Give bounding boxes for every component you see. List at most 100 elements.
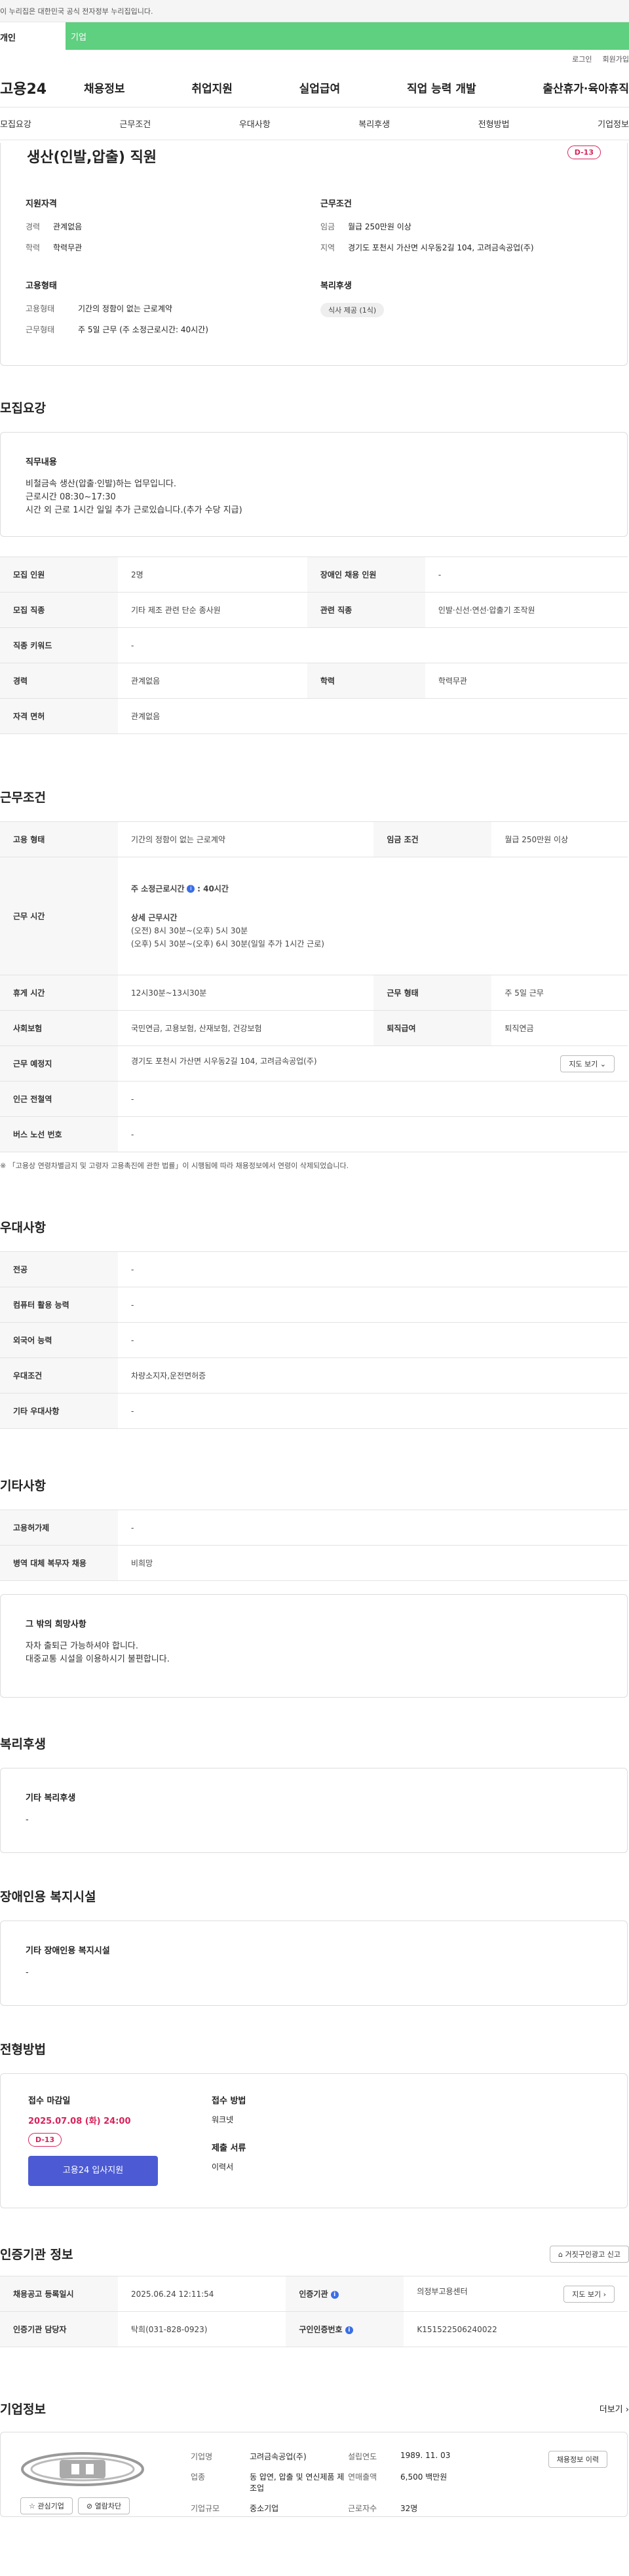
cell-value: 경기도 포천시 가산면 시우동2길 104, 고려금속공업(주) 지도 보기 ⌄	[118, 1045, 628, 1082]
table-row: 인근 전철역 -	[0, 1081, 628, 1117]
cell-label: 장애인 채용 인원	[307, 556, 425, 593]
report-button-label: 거짓구인광고 신고	[565, 2250, 620, 2259]
disability-sub-title: 기타 장애인용 복지시설	[26, 1946, 110, 1956]
cell-value: 국민연금, 고용보험, 산재보험, 건강보험	[118, 1010, 374, 1046]
favorite-company-button[interactable]: ☆ 관심기업	[20, 2497, 73, 2514]
hiring-history-button[interactable]: 채용정보 이력	[548, 2451, 607, 2468]
tab-recruit[interactable]: 모집요강	[0, 117, 31, 130]
chevron-down-icon: ⌄	[600, 1059, 606, 1068]
wage-value: 월급 250만원 이상	[348, 222, 411, 231]
method-value: 워크넷	[212, 2115, 234, 2124]
report-fake-ad-button[interactable]: ⌂ 거짓구인광고 신고	[550, 2245, 629, 2263]
cell-label: 인증기관 담당자	[0, 2311, 118, 2347]
table-row: 모집 직종 기타 제조 관련 단순 종사원 관련 직종 인발·신선·연선·압출기 조작…	[0, 592, 628, 628]
company-box: ☆ 관심기업 ⊘ 열람차단 기업명 고려금속공업(주) 설립연도 1989. 1…	[0, 2432, 628, 2517]
pref-table: 전공 - 컴퓨터 활용 능력 - 외국어 능력 - 우대조건 차량소지자,운전면허증 기…	[0, 1251, 628, 1429]
block-label: 열람차단	[94, 2502, 122, 2510]
map-button-label: 지도 보기	[569, 1059, 598, 1068]
cell-value: 탁희(031-828-0923)	[118, 2311, 286, 2347]
tab-process[interactable]: 전형방법	[478, 117, 510, 130]
agency-detail-label: 지도 보기	[572, 2290, 601, 2299]
cell-label: 기타 우대사항	[0, 1393, 118, 1429]
company-more-link[interactable]: 더보기 ›	[600, 2402, 629, 2415]
cert-number-label: 구인인증번호	[299, 2325, 343, 2334]
tab-company[interactable]: 기업정보	[598, 117, 629, 130]
etc-section-title: 기타사항	[0, 1479, 46, 1493]
welfare-section-title: 복리후생	[0, 1737, 46, 1751]
info-icon[interactable]: i	[187, 885, 195, 893]
chevron-right-icon: ›	[603, 2290, 606, 2299]
industry-value: 동 압연, 압출 및 연신제품 제조업	[250, 2472, 345, 2493]
duty-line-2: 근로시간 08:30~17:30	[26, 492, 116, 502]
cell-label: 구인인증번호 i	[286, 2311, 404, 2347]
tab-corporate[interactable]: 기업	[68, 30, 86, 43]
duty-line-3: 시간 외 근로 1시간 일일 추가 근로있습니다.(추가 수당 지급)	[26, 505, 242, 515]
wish-box: 그 밖의 희망사항 자차 출퇴근 가능하셔야 합니다. 대중교통 시설을 이용하…	[0, 1594, 628, 1698]
area-value: 경기도 포천시 가산면 시우동2길 104, 고려금속공업(주)	[348, 243, 534, 252]
work-table: 고용 형태 기간의 정함이 없는 근로계약 임금 조건 월급 250만원 이상 근무 …	[0, 821, 628, 1152]
size-value: 중소기업	[250, 2504, 279, 2513]
cell-value: 의정부고용센터 지도 보기 ›	[404, 2276, 628, 2312]
join-link[interactable]: 회원가입	[603, 54, 629, 64]
map-button[interactable]: 지도 보기 ⌄	[560, 1055, 615, 1072]
chevron-right-icon: ›	[625, 2405, 629, 2415]
hours-main-label: 주 소정근로시간	[131, 884, 185, 893]
more-label: 더보기	[599, 2405, 623, 2415]
employees-label: 근로자수	[348, 2504, 377, 2513]
documents-title: 제출 서류	[212, 2143, 246, 2153]
table-row: 경력 관계없음 학력 학력무관	[0, 663, 628, 699]
dday-badge: D-13	[28, 2133, 62, 2147]
job-title: 생산(인발,압출) 직원	[27, 149, 157, 166]
welfare-pill: 식사 제공 (1식)	[320, 303, 385, 317]
cell-label: 직종 키워드	[0, 627, 118, 663]
hours-detail-label: 상세 근무시간	[131, 912, 178, 922]
table-row: 병역 대체 복무자 채용 비희망	[0, 1545, 628, 1581]
area-label: 지역	[320, 243, 335, 252]
cell-label: 고용 형태	[0, 821, 118, 857]
cell-value: K151522506240022	[404, 2311, 628, 2347]
company-logo-area: ☆ 관심기업 ⊘ 열람차단	[20, 2451, 164, 2514]
welfare-box: 기타 복리후생 -	[0, 1768, 628, 1853]
cert-agency-label: 인증기관	[299, 2290, 328, 2299]
cell-label: 근무 예정지	[0, 1045, 118, 1082]
tab-preferences[interactable]: 우대사항	[239, 117, 271, 130]
nav-employment-support[interactable]: 취업지원	[191, 79, 233, 96]
work-type-label: 근무형태	[26, 325, 55, 334]
agency-detail-button[interactable]: 지도 보기 ›	[563, 2285, 615, 2303]
hours-main-value: : 40시간	[197, 884, 229, 893]
apply-button[interactable]: 고용24 입사지원	[28, 2156, 158, 2186]
info-icon[interactable]: i	[330, 2290, 339, 2299]
table-row: 채용공고 등록일시 2025.06.24 12:11:54 인증기관 i 의정부고용센…	[0, 2276, 628, 2312]
cell-value: 관계없음	[118, 663, 307, 699]
table-row: 사회보험 국민연금, 고용보험, 산재보험, 건강보험 퇴직급여 퇴직연금	[0, 1010, 628, 1046]
table-row: 근무 예정지 경기도 포천시 가산면 시우동2길 104, 고려금속공업(주) 지도…	[0, 1045, 628, 1082]
block-view-button[interactable]: ⊘ 열람차단	[77, 2497, 130, 2514]
cell-label: 병역 대체 복무자 채용	[0, 1545, 118, 1581]
cell-value: -	[118, 1251, 628, 1287]
tab-personal[interactable]: 개인	[0, 22, 66, 50]
cell-value: 월급 250만원 이상	[491, 821, 628, 857]
company-name-value: 고려금속공업(주)	[250, 2452, 307, 2461]
nav-unemployment-benefit[interactable]: 실업급여	[299, 79, 341, 96]
cell-label: 근무 형태	[373, 975, 492, 1011]
employees-value: 32명	[400, 2504, 418, 2513]
nav-job-info[interactable]: 채용정보	[84, 79, 125, 96]
cell-label: 휴게 시간	[0, 975, 118, 1011]
duty-line-1: 비철금속 생산(압출·인발)하는 업무입니다.	[26, 479, 176, 489]
deadline-value: 2025.07.08 (화) 24:00	[28, 2117, 131, 2126]
founded-value: 1989. 11. 03	[400, 2451, 451, 2460]
cell-label: 근무 시간	[0, 857, 118, 975]
work-section-title: 근무조건	[0, 790, 46, 805]
info-icon[interactable]: i	[345, 2326, 353, 2334]
table-row: 직종 키워드 -	[0, 627, 628, 663]
career-label: 경력	[26, 222, 41, 231]
login-link[interactable]: 로그인	[572, 54, 592, 64]
cell-value: 기간의 정함이 없는 근로계약	[118, 821, 374, 857]
site-logo[interactable]: 고용24	[0, 77, 84, 98]
nav-maternity-leave[interactable]: 출산휴가·육아휴직	[543, 79, 629, 96]
tab-welfare[interactable]: 복리후생	[358, 117, 390, 130]
career-value: 관계없음	[53, 222, 83, 231]
nav-job-training[interactable]: 직업 능력 개발	[407, 79, 476, 96]
tab-work-conditions[interactable]: 근무조건	[119, 117, 151, 130]
cell-value: 2025.06.24 12:11:54	[118, 2276, 286, 2312]
